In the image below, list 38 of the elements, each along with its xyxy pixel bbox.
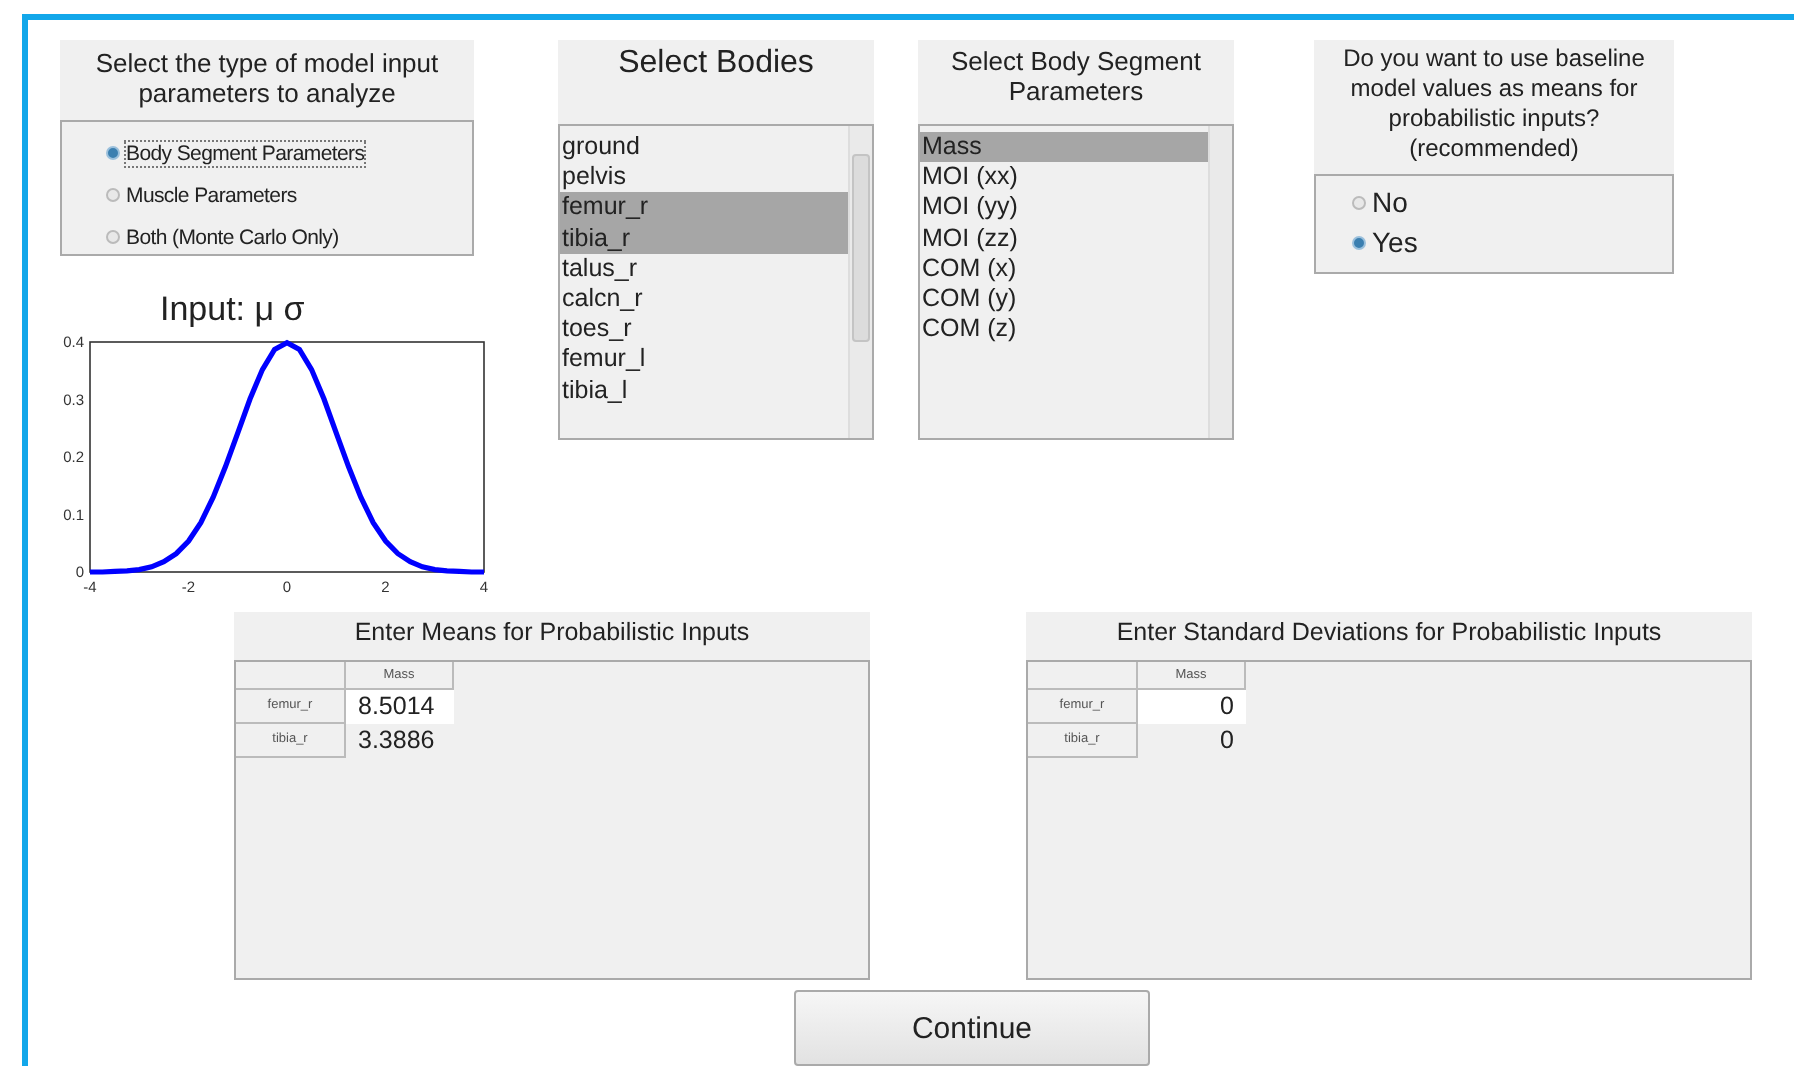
panel-title: Select Bodies xyxy=(558,40,874,124)
list-item[interactable]: femur_r xyxy=(560,192,848,224)
list-item[interactable]: tibia_l xyxy=(560,375,848,406)
radio-option[interactable]: No xyxy=(1352,182,1672,222)
panel-title: Enter Means for Probabilistic Inputs xyxy=(352,616,752,650)
radio-button[interactable] xyxy=(106,230,120,244)
list-item[interactable]: MOI (yy) xyxy=(920,192,1208,224)
list-item[interactable]: COM (z) xyxy=(920,314,1208,345)
list-item[interactable]: calcn_r xyxy=(560,284,848,315)
panel-title: Do you want to use baseline model values as means for probabilistic inputs? (recommended) xyxy=(1314,40,1674,174)
scrollbar[interactable] xyxy=(1208,126,1232,438)
radio-option[interactable]: Both (Monte Carlo Only) xyxy=(106,216,472,258)
list-item[interactable]: Mass xyxy=(920,132,1208,163)
panel-title: Select Body Segment Parameters xyxy=(918,40,1234,124)
list-item[interactable]: COM (x) xyxy=(920,253,1208,285)
list-item[interactable]: femur_l xyxy=(560,344,848,376)
list-item[interactable]: talus_r xyxy=(560,253,848,285)
continue-button[interactable]: Continue xyxy=(794,990,1150,1066)
list-item[interactable]: pelvis xyxy=(560,162,848,193)
list-item[interactable]: MOI (xx) xyxy=(920,162,1208,193)
plot-title: Input: μ σ xyxy=(160,292,307,328)
radio-option[interactable]: Muscle Parameters xyxy=(106,174,472,216)
radio-button[interactable] xyxy=(106,188,120,202)
list-item[interactable]: MOI (zz) xyxy=(920,223,1208,254)
list-item[interactable]: tibia_r xyxy=(560,223,848,254)
panel-title: Select the type of model input parameters to analyze xyxy=(60,40,474,120)
radio-option[interactable]: Yes xyxy=(1352,222,1672,262)
radio-button[interactable] xyxy=(1352,235,1366,249)
radio-button[interactable] xyxy=(1352,195,1366,209)
scrollbar[interactable] xyxy=(848,126,872,438)
list-item[interactable]: COM (y) xyxy=(920,284,1208,315)
panel-title: Enter Standard Deviations for Probabilistic Inputs xyxy=(1114,616,1664,650)
table-cell[interactable]: 0 xyxy=(1138,690,1246,724)
table-cell[interactable]: 8.5014 xyxy=(346,690,454,724)
radio-button[interactable] xyxy=(106,146,120,160)
list-item[interactable]: toes_r xyxy=(560,314,848,345)
list-item[interactable]: ground xyxy=(560,132,848,163)
radio-option[interactable]: Body Segment Parameters xyxy=(106,132,472,174)
